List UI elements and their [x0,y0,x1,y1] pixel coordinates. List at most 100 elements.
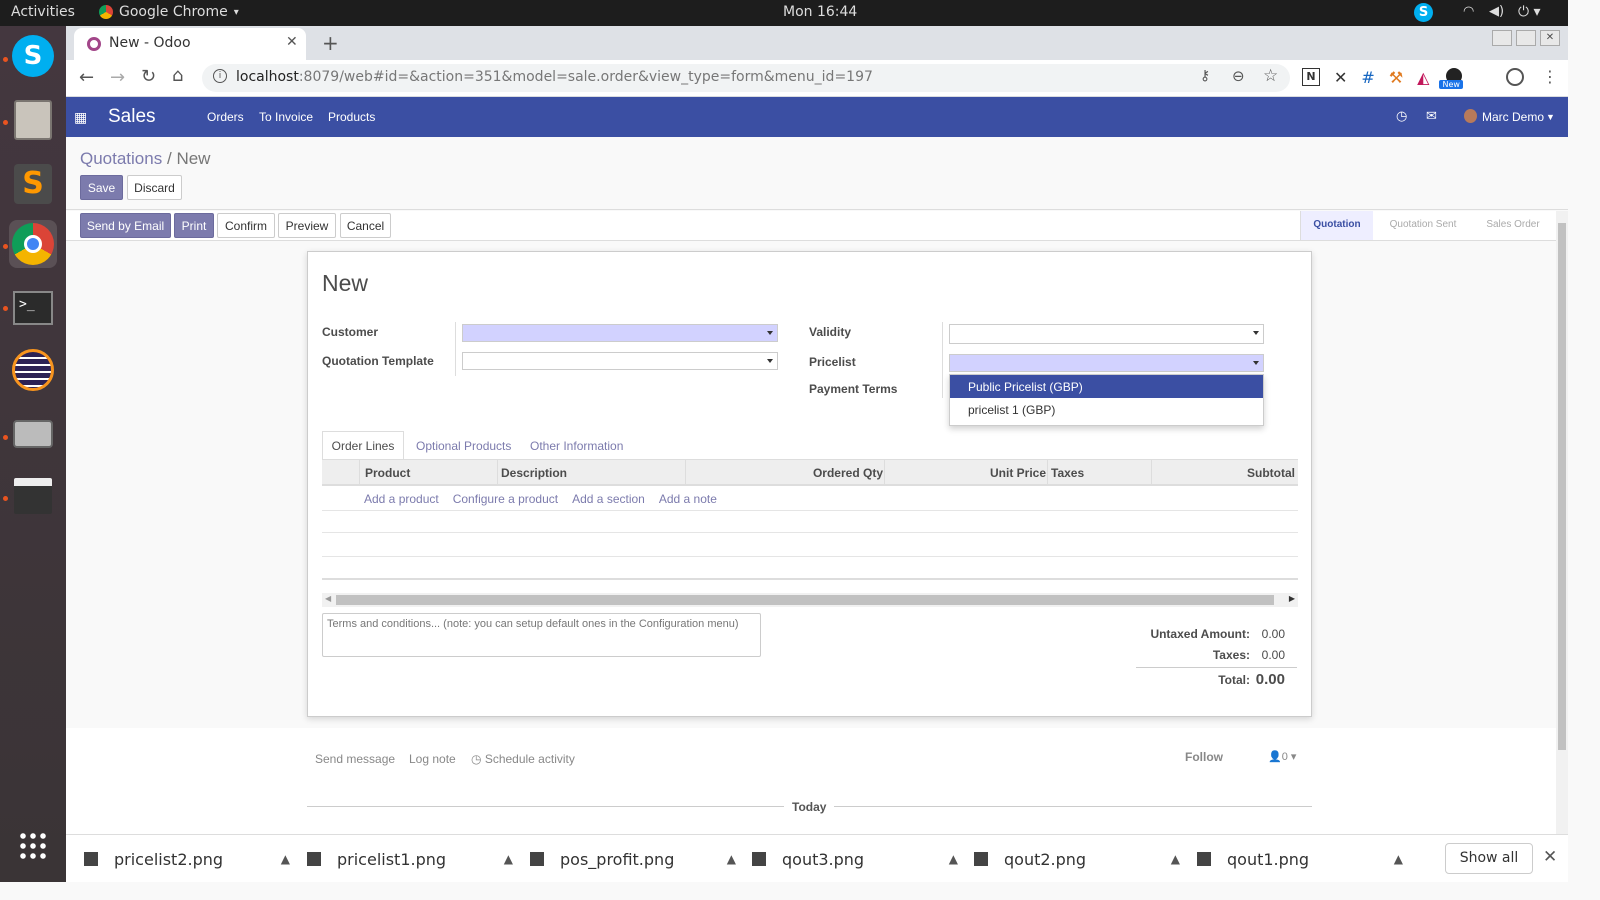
discuss-chat-icon[interactable]: ✉ [1426,108,1437,124]
extension-grid-icon[interactable]: # [1361,68,1374,88]
key-icon[interactable]: ⚷ [1200,68,1210,84]
discard-button[interactable]: Discard [127,175,182,200]
validity-field[interactable] [949,324,1264,344]
col-unit-price[interactable]: Unit Price [990,466,1046,480]
menu-products[interactable]: Products [328,110,375,124]
download-item[interactable]: qout2.png ▲ [974,835,1180,883]
user-caret-icon[interactable]: ▼ [1546,112,1555,122]
print-button[interactable]: Print [174,213,214,238]
extension-chart-icon[interactable]: ◭ [1417,68,1429,88]
browser-tab[interactable]: New - Odoo ✕ [74,28,306,60]
schedule-activity-button[interactable]: ◷ Schedule activity [471,752,575,766]
table-horizontal-scrollbar[interactable]: ◀ ▶ [322,593,1298,607]
address-bar[interactable]: i localhost:8079/web#id=&action=351&mode… [202,64,1290,92]
home-icon[interactable]: ⌂ [172,65,183,86]
follow-button[interactable]: Follow [1185,750,1223,764]
download-item[interactable]: pricelist1.png ▲ [307,835,513,883]
pricelist-option-1[interactable]: pricelist 1 (GBP) [950,398,1263,420]
scanner-launcher-icon[interactable] [9,410,57,458]
taxes-label: Taxes: [1212,648,1250,662]
extension-x-icon[interactable]: ✕ [1334,68,1347,88]
extension-new-icon[interactable]: New [1439,68,1465,89]
show-all-button[interactable]: Show all [1445,843,1533,874]
col-subtotal[interactable]: Subtotal [1247,466,1295,480]
add-section-link[interactable]: Add a section [572,492,645,506]
customer-field[interactable] [462,324,778,342]
activity-clock-icon[interactable]: ◷ [1396,108,1407,124]
reload-icon[interactable]: ↻ [141,66,156,87]
close-tab-icon[interactable]: ✕ [286,34,298,50]
col-taxes[interactable]: Taxes [1051,466,1084,480]
user-menu[interactable]: Marc Demo [1482,110,1544,124]
volume-icon[interactable]: ◀) [1489,4,1504,19]
app-name[interactable]: Sales [108,106,156,128]
close-download-bar-icon[interactable]: ✕ [1543,847,1557,867]
followers-button[interactable]: 👤0 ▾ [1268,750,1296,763]
tab-optional-products[interactable]: Optional Products [416,439,511,453]
files-launcher-icon[interactable] [9,96,57,144]
tab-order-lines[interactable]: Order Lines [322,431,404,460]
maximize-icon[interactable] [1516,30,1536,46]
terminal-launcher-icon[interactable]: >_ [9,284,57,332]
power-icon[interactable]: ⏻ ▾ [1518,4,1541,20]
activities-button[interactable]: Activities [11,4,75,20]
app-menu[interactable]: Google Chrome ▾ [99,4,239,20]
preview-button[interactable]: Preview [278,213,336,238]
log-note-button[interactable]: Log note [409,752,456,766]
breadcrumb-quotations[interactable]: Quotations [80,149,162,168]
user-avatar[interactable] [1464,109,1477,123]
bookmark-star-icon[interactable]: ☆ [1263,66,1278,86]
site-info-icon[interactable]: i [213,69,227,83]
chevron-down-icon[interactable] [767,331,773,335]
clock[interactable]: Mon 16:44 [783,4,857,20]
close-window-icon[interactable]: ✕ [1540,30,1560,46]
zoom-icon[interactable]: ⊖ [1232,67,1245,85]
menu-to-invoice[interactable]: To Invoice [259,110,313,124]
terms-and-conditions-field[interactable]: Terms and conditions... (note: you can s… [322,613,761,657]
status-quotation-sent[interactable]: Quotation Sent [1373,211,1473,240]
tab-other-information[interactable]: Other Information [530,439,623,453]
profile-icon[interactable] [1506,68,1524,86]
wifi-icon[interactable]: ◠ [1463,4,1474,19]
chevron-down-icon[interactable] [1253,361,1259,365]
download-item[interactable]: pos_profit.png ▲ [530,835,736,883]
download-item[interactable]: qout1.png ▲ [1197,835,1403,883]
chevron-down-icon[interactable] [1253,331,1259,335]
new-tab-icon[interactable]: + [322,31,339,55]
cancel-button[interactable]: Cancel [340,213,391,238]
video-editor-launcher-icon[interactable] [9,472,57,520]
chevron-down-icon[interactable] [767,359,773,363]
col-product[interactable]: Product [365,466,410,480]
eclipse-launcher-icon[interactable] [9,346,57,394]
add-note-link[interactable]: Add a note [659,492,717,506]
chrome-menu-icon[interactable]: ⋮ [1542,67,1558,86]
confirm-button[interactable]: Confirm [217,213,275,238]
apps-menu-icon[interactable]: ▦ [74,109,87,126]
back-icon[interactable]: ← [79,67,94,88]
col-ordered-qty[interactable]: Ordered Qty [813,466,883,480]
col-description[interactable]: Description [501,466,567,480]
page-scrollbar[interactable] [1556,211,1568,834]
status-sales-order[interactable]: Sales Order [1473,211,1553,240]
quotation-template-field[interactable] [462,352,778,370]
configure-product-link[interactable]: Configure a product [453,492,558,506]
save-button[interactable]: Save [80,175,123,200]
chrome-launcher-icon[interactable] [9,220,57,268]
download-item[interactable]: qout3.png ▲ [752,835,958,883]
pricelist-field[interactable] [949,354,1264,372]
send-message-button[interactable]: Send message [315,752,395,766]
skype-launcher-icon[interactable]: S [9,32,57,80]
pricelist-option-public[interactable]: Public Pricelist (GBP) [950,375,1263,398]
minimize-icon[interactable] [1492,30,1512,46]
skype-tray-icon[interactable]: S [1414,3,1433,22]
add-product-link[interactable]: Add a product [364,492,439,506]
send-by-email-button[interactable]: Send by Email [80,213,171,238]
forward-icon[interactable]: → [110,67,125,88]
sublime-launcher-icon[interactable]: S [9,160,57,208]
show-apps-icon[interactable] [9,822,57,870]
extension-hammer-icon[interactable]: ⚒ [1389,68,1403,88]
extension-n-icon[interactable]: N [1302,68,1320,86]
status-quotation[interactable]: Quotation [1301,211,1373,240]
menu-orders[interactable]: Orders [207,110,244,124]
download-item[interactable]: pricelist2.png ▲ [84,835,290,883]
